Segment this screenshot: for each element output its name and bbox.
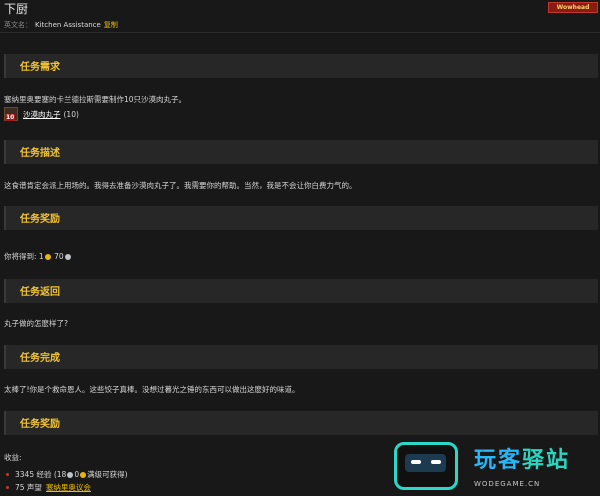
gold-coin-icon xyxy=(44,254,51,260)
section-title: 任务描述 xyxy=(20,148,60,159)
english-name-line: 英文名： Kitchen Assistance 复制 xyxy=(4,20,118,30)
faction-link[interactable]: 塞纳里奥议会 xyxy=(46,482,91,493)
silver-coin-icon xyxy=(67,471,74,478)
section-title: 任务奖励 xyxy=(20,419,60,430)
english-name-label: 英文名： xyxy=(4,21,32,29)
gains-label: 收益: xyxy=(4,453,22,462)
watermark-part1: 玩客 xyxy=(474,448,523,473)
section-header-gains: 任务奖励 xyxy=(4,411,598,435)
gold-coin-icon xyxy=(80,471,87,478)
watermark-part2: 驿站 xyxy=(522,448,571,473)
page-title: 下厨 xyxy=(4,2,29,16)
section-header-progress: 任务返回 xyxy=(4,279,598,303)
item-link[interactable]: 沙漠肉丸子 xyxy=(23,109,61,120)
xp-note: 满级可获得) xyxy=(87,470,128,479)
description-text: 这食谱肯定会派上用场的。我得去准备沙漠肉丸子了。我需要你的帮助。当然，我是不会让… xyxy=(4,181,357,190)
bullet-icon xyxy=(6,473,9,476)
reward-money: 你将得到: 1 70 xyxy=(4,251,72,262)
copy-link[interactable]: 复制 xyxy=(104,21,118,29)
watermark-brand: 玩客驿站 xyxy=(474,442,570,474)
robot-eye-right xyxy=(431,460,441,464)
meatball-item-icon[interactable]: 10 xyxy=(4,107,18,121)
section-title: 任务完成 xyxy=(20,353,60,364)
reward-silver: 70 xyxy=(54,252,64,261)
item-count: (10) xyxy=(63,109,79,119)
xp-text: 3345 经验 (18 xyxy=(15,470,67,479)
divider xyxy=(0,32,600,33)
bullet-icon xyxy=(6,486,9,489)
required-item[interactable]: 10 沙漠肉丸子 (10) xyxy=(4,107,79,121)
silver-coin-icon xyxy=(64,254,71,260)
section-header-description: 任务描述 xyxy=(4,140,598,164)
rep-text: 75 声望 xyxy=(15,483,42,492)
robot-logo-icon xyxy=(394,442,458,490)
watermark-url: WODEGAME.CN xyxy=(474,480,541,488)
section-header-completion: 任务完成 xyxy=(4,345,598,369)
section-header-requirements: 任务需求 xyxy=(4,54,598,78)
gains-list: 3345 经验 (18 0 满级可获得) 75 声望 塞纳里奥议会 xyxy=(4,468,128,494)
progress-text: 丸子做的怎麽样了? xyxy=(4,319,68,328)
section-header-rewards: 任务奖励 xyxy=(4,206,598,230)
section-title: 任务奖励 xyxy=(20,214,60,225)
robot-eye-left xyxy=(411,460,421,464)
wowhead-badge[interactable]: Wowhead xyxy=(548,2,598,13)
site-watermark: 玩客驿站 WODEGAME.CN xyxy=(394,436,600,496)
completion-text: 太棒了!你是个救命恩人。这些饺子真棒。没想过暮光之锤的东西可以做出这麽好的味道。 xyxy=(4,385,300,394)
requirements-text: 塞纳里奥要塞的卡兰德拉斯需要制作10只沙漠肉丸子。 xyxy=(4,95,187,104)
section-title: 任务需求 xyxy=(20,62,60,73)
list-item: 75 声望 塞纳里奥议会 xyxy=(4,481,128,494)
item-quantity-badge: 10 xyxy=(5,114,16,121)
section-title: 任务返回 xyxy=(20,287,60,298)
list-item: 3345 经验 (18 0 满级可获得) xyxy=(4,468,128,481)
xp-tail: 0 xyxy=(74,470,80,479)
english-name: Kitchen Assistance xyxy=(35,21,101,29)
reward-prefix: 你将得到: 1 xyxy=(4,252,44,261)
